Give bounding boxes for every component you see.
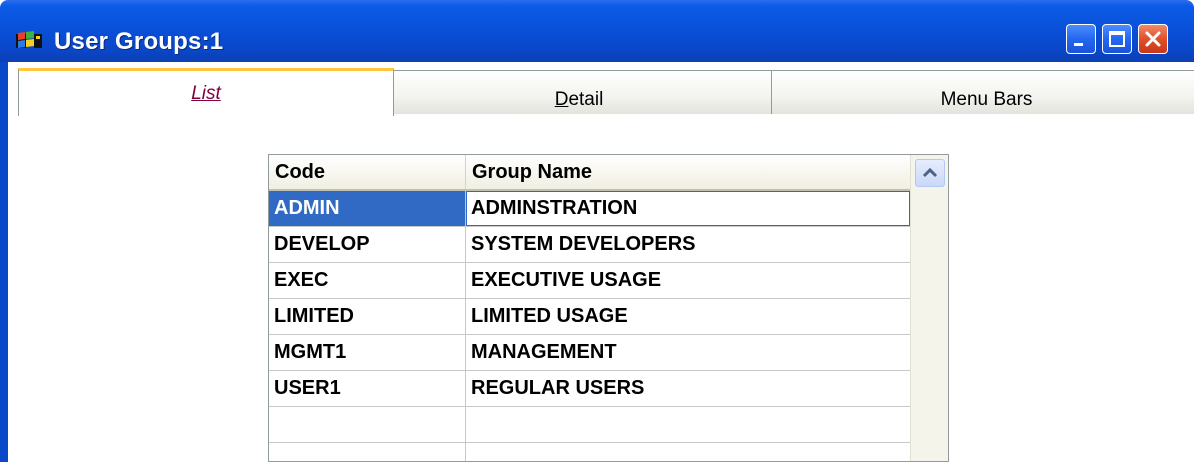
tab-detail-mnemonic: D xyxy=(554,89,569,110)
cell-code[interactable]: ADMIN xyxy=(269,191,466,226)
tab-detail-label-rest: etail xyxy=(568,89,604,110)
vertical-scrollbar[interactable] xyxy=(910,155,948,461)
table-row[interactable] xyxy=(269,407,910,443)
table-row[interactable] xyxy=(269,443,910,461)
app-windows-logo-icon xyxy=(14,28,44,52)
tab-menu-bars[interactable]: Menu Bars xyxy=(771,70,1194,114)
tab-strip: Detail Menu Bars List xyxy=(8,62,1194,124)
window-frame-left xyxy=(0,62,8,462)
tab-list-label: List xyxy=(191,83,221,104)
tab-menu-bars-label: Menu Bars xyxy=(940,89,1033,110)
cell-group-name[interactable]: ADMINSTRATION xyxy=(466,191,910,226)
cell-group-name[interactable]: LIMITED USAGE xyxy=(466,299,910,334)
maximize-button[interactable] xyxy=(1102,24,1132,54)
cell-group-name[interactable] xyxy=(466,443,910,461)
table-row[interactable]: MGMT1 MANAGEMENT xyxy=(269,335,910,371)
cell-group-name[interactable] xyxy=(466,407,910,442)
cell-group-name[interactable]: EXECUTIVE USAGE xyxy=(466,263,910,298)
chevron-up-icon xyxy=(922,167,938,178)
column-header-code[interactable]: Code xyxy=(269,155,466,189)
close-button[interactable] xyxy=(1138,24,1168,54)
table-row[interactable]: LIMITED LIMITED USAGE xyxy=(269,299,910,335)
maximize-icon xyxy=(1109,31,1125,47)
cell-code[interactable] xyxy=(269,407,466,442)
tab-detail[interactable]: Detail xyxy=(386,70,772,114)
cell-group-name[interactable]: REGULAR USERS xyxy=(466,371,910,406)
cell-code[interactable]: MGMT1 xyxy=(269,335,466,370)
cell-code[interactable]: DEVELOP xyxy=(269,227,466,262)
window-title: User Groups:1 xyxy=(54,28,224,55)
cell-code[interactable]: LIMITED xyxy=(269,299,466,334)
table-row[interactable]: DEVELOP SYSTEM DEVELOPERS xyxy=(269,227,910,263)
tab-detail-label: Detail xyxy=(387,89,771,111)
table-row[interactable]: EXEC EXECUTIVE USAGE xyxy=(269,263,910,299)
column-header-group-name[interactable]: Group Name xyxy=(466,155,910,189)
table-row[interactable]: ADMIN ADMINSTRATION xyxy=(269,191,910,227)
cell-code[interactable] xyxy=(269,443,466,461)
user-groups-grid[interactable]: Code Group Name ADMIN ADMINSTRATION DEVE… xyxy=(268,154,949,462)
cell-group-name[interactable]: MANAGEMENT xyxy=(466,335,910,370)
cell-code[interactable]: USER1 xyxy=(269,371,466,406)
close-icon xyxy=(1145,31,1161,47)
minimize-button[interactable] xyxy=(1066,24,1096,54)
cell-group-name[interactable]: SYSTEM DEVELOPERS xyxy=(466,227,910,262)
minimize-icon xyxy=(1074,43,1083,46)
title-bar[interactable]: User Groups:1 xyxy=(0,0,1194,62)
scroll-up-button[interactable] xyxy=(915,159,945,187)
user-groups-window: User Groups:1 Detail Menu Bars List Code… xyxy=(0,0,1194,462)
cell-code[interactable]: EXEC xyxy=(269,263,466,298)
table-row[interactable]: USER1 REGULAR USERS xyxy=(269,371,910,407)
grid-header: Code Group Name xyxy=(269,155,910,191)
